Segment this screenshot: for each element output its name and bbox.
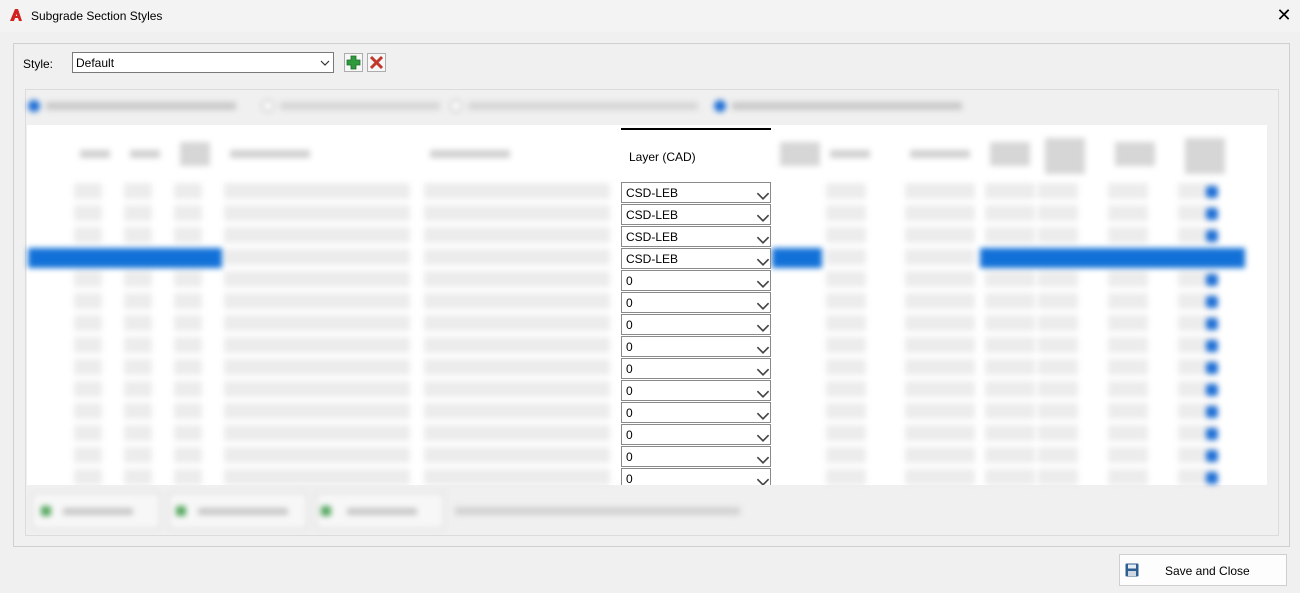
layer-dropdown[interactable]: 0	[621, 314, 771, 335]
layer-dropdown[interactable]: CSD-LEB	[621, 182, 771, 203]
layer-dropdown[interactable]: 0	[621, 402, 771, 423]
options-row	[26, 100, 1026, 120]
layer-cad-header[interactable]: Layer (CAD)	[621, 130, 771, 182]
layer-dropdown[interactable]: 0	[621, 270, 771, 291]
layer-value: 0	[626, 472, 633, 485]
layer-dropdown[interactable]: CSD-LEB	[621, 248, 771, 269]
layer-value: 0	[626, 296, 633, 310]
chevron-down-icon	[756, 456, 770, 464]
layer-cad-header-label: Layer (CAD)	[629, 150, 696, 164]
layer-dropdown[interactable]: 0	[621, 446, 771, 467]
add-style-button[interactable]	[344, 53, 363, 72]
selected-row-mid	[772, 248, 822, 268]
chevron-down-icon	[320, 60, 330, 66]
layer-value: 0	[626, 428, 633, 442]
layer-dropdown[interactable]: 0	[621, 358, 771, 379]
layer-value: CSD-LEB	[626, 186, 679, 200]
chevron-down-icon	[756, 280, 770, 288]
add-section-button[interactable]	[32, 493, 160, 529]
style-value: Default	[76, 56, 115, 70]
chevron-down-icon	[756, 478, 770, 485]
selected-row-right	[980, 248, 1245, 268]
layer-value: CSD-LEB	[626, 208, 679, 222]
layer-value: CSD-LEB	[626, 252, 679, 266]
title-bar: Subgrade Section Styles ✕	[0, 0, 1300, 32]
layer-value: 0	[626, 450, 633, 464]
save-and-close-button[interactable]: Save and Close	[1119, 554, 1287, 586]
chevron-down-icon	[756, 302, 770, 310]
chevron-down-icon	[756, 346, 770, 354]
delete-style-button[interactable]	[367, 53, 386, 72]
window-title: Subgrade Section Styles	[31, 9, 163, 23]
layer-dropdown[interactable]: CSD-LEB	[621, 226, 771, 247]
chevron-down-icon	[756, 258, 770, 266]
delete-icon	[369, 55, 384, 70]
save-and-close-label: Save and Close	[1165, 564, 1250, 578]
style-label: Style:	[23, 57, 54, 71]
add-subitem-button[interactable]	[316, 493, 444, 529]
chevron-down-icon	[756, 236, 770, 244]
add-icon	[346, 55, 361, 70]
layer-dropdown[interactable]: 0	[621, 336, 771, 357]
save-icon	[1125, 563, 1139, 577]
layer-cad-column: Layer (CAD) CSD-LEB CSD-LEB CSD-LEB CSD-LEB…	[621, 128, 771, 485]
chevron-down-icon	[756, 192, 770, 200]
chevron-down-icon	[756, 368, 770, 376]
style-dropdown[interactable]: Default	[72, 52, 334, 73]
autocad-icon	[10, 9, 22, 21]
layer-dropdown[interactable]: 0	[621, 468, 771, 485]
chevron-down-icon	[756, 324, 770, 332]
layer-value: 0	[626, 406, 633, 420]
add-row-button[interactable]	[169, 493, 307, 529]
layer-value: 0	[626, 274, 633, 288]
layer-value: CSD-LEB	[626, 230, 679, 244]
hint-text	[455, 507, 740, 515]
layer-value: 0	[626, 340, 633, 354]
layer-value: 0	[626, 384, 633, 398]
layer-value: 0	[626, 318, 633, 332]
layer-value: 0	[626, 362, 633, 376]
layer-dropdown[interactable]: CSD-LEB	[621, 204, 771, 225]
layer-dropdown[interactable]: 0	[621, 424, 771, 445]
layer-dropdown[interactable]: 0	[621, 380, 771, 401]
layer-dropdown[interactable]: 0	[621, 292, 771, 313]
chevron-down-icon	[756, 434, 770, 442]
close-icon[interactable]: ✕	[1272, 2, 1296, 28]
chevron-down-icon	[756, 412, 770, 420]
selected-row-left	[28, 248, 222, 268]
chevron-down-icon	[756, 390, 770, 398]
chevron-down-icon	[756, 214, 770, 222]
